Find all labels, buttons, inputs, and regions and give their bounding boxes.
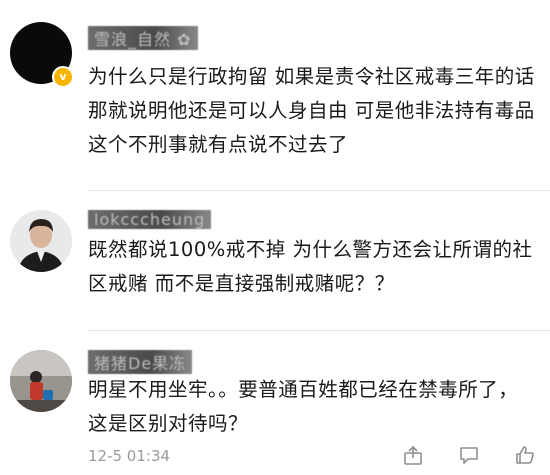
photo-avatar-icon <box>10 350 72 412</box>
comment-username[interactable]: 猪猪De果冻 <box>88 350 193 374</box>
person-avatar-icon <box>10 210 72 272</box>
comment-text: 既然都说100%戒不掉 为什么警方还会让所谓的社区戒赌 而不是直接强制戒赌呢？？ <box>88 238 533 295</box>
comment-username[interactable]: lokcccheung <box>88 210 212 229</box>
verified-badge-icon: v <box>52 66 74 88</box>
comment-text: 为什么只是行政拘留 如果是责令社区戒毒三年的话 那就说明他还是可以人身自由 可是… <box>88 65 535 156</box>
avatar[interactable] <box>10 210 72 272</box>
comment-actions <box>402 444 536 466</box>
comment-item: v 雪浪_自然 ✿ 为什么只是行政拘留 如果是责令社区戒毒三年的话 那就说明他还… <box>0 0 550 180</box>
avatar[interactable] <box>10 350 72 412</box>
comment-text: 明星不用坐牢。。要普通百姓都已经在禁毒所了，这是区别对待吗？ <box>88 378 519 435</box>
comment-icon[interactable] <box>458 444 480 466</box>
like-icon[interactable] <box>514 444 536 466</box>
comment-username[interactable]: 雪浪_自然 ✿ <box>88 26 198 50</box>
comment-timestamp: 12-5 01:34 <box>88 447 171 465</box>
comment-item: lokcccheung 既然都说100%戒不掉 为什么警方还会让所谓的社区戒赌 … <box>0 190 550 340</box>
share-icon[interactable] <box>402 444 424 466</box>
